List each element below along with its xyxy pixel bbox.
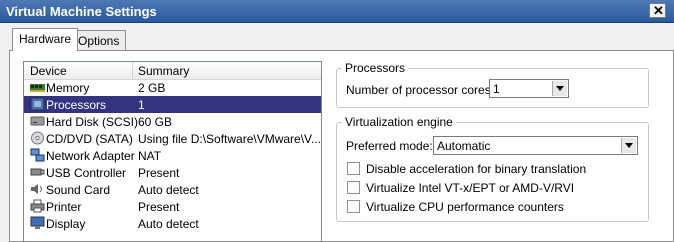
virtualize-vtx-label[interactable]: Virtualize Intel VT-x/EPT or AMD-V/RVI: [366, 181, 574, 195]
close-button[interactable]: ✕: [649, 3, 666, 18]
device-name: Network Adapter: [46, 149, 135, 163]
chevron-down-icon[interactable]: [552, 81, 567, 96]
column-header-summary[interactable]: Summary: [138, 64, 189, 78]
device-row-usb-controller[interactable]: USB Controller Present: [24, 164, 321, 181]
device-name: CD/DVD (SATA): [46, 132, 133, 146]
device-row-display[interactable]: Display Auto detect: [24, 215, 321, 232]
device-row-cd-dvd[interactable]: CD/DVD (SATA) Using file D:\Software\VMw…: [24, 130, 321, 147]
tab-options[interactable]: Options: [71, 30, 127, 50]
device-name: Printer: [46, 200, 82, 214]
hard-disk-icon: [30, 116, 45, 126]
disable-binary-translation-acceleration-label[interactable]: Disable acceleration for binary translat…: [366, 162, 586, 176]
column-header-device[interactable]: Device: [30, 64, 67, 78]
disable-binary-translation-acceleration-checkbox[interactable]: [347, 162, 360, 175]
title-bar: Virtual Machine Settings ✕: [0, 0, 674, 23]
device-row-memory[interactable]: Memory 2 GB: [24, 79, 321, 96]
preferred-mode-label: Preferred mode:: [346, 139, 433, 153]
preferred-mode-select[interactable]: Automatic: [433, 136, 638, 155]
processor-cores-label: Number of processor cores:: [346, 83, 495, 97]
device-row-printer[interactable]: Printer Present: [24, 198, 321, 215]
virtualization-engine-group-title: Virtualization engine: [342, 115, 456, 129]
preferred-mode-value: Automatic: [437, 139, 491, 153]
device-summary: 2 GB: [138, 81, 166, 95]
device-name: Processors: [46, 98, 107, 112]
memory-icon: [30, 84, 45, 92]
device-list[interactable]: Device Summary Memory 2 GB Processors 1 …: [23, 61, 322, 242]
network-adapter-icon: [30, 148, 45, 162]
usb-icon: [30, 168, 45, 176]
window-title: Virtual Machine Settings: [6, 4, 157, 19]
virtualize-cpu-counters-label[interactable]: Virtualize CPU performance counters: [366, 200, 564, 214]
sound-icon: [31, 184, 42, 194]
processor-cores-select[interactable]: 1: [489, 79, 569, 98]
device-summary: Auto detect: [138, 183, 199, 197]
device-summary: Auto detect: [138, 217, 199, 231]
column-divider[interactable]: [132, 62, 133, 79]
processors-group-title: Processors: [342, 61, 409, 75]
device-summary: Present: [138, 200, 180, 214]
device-summary: Using file D:\Software\VMware\V...: [138, 132, 321, 146]
device-name: USB Controller: [46, 166, 127, 180]
device-row-sound-card[interactable]: Sound Card Auto detect: [24, 181, 321, 198]
device-name: Sound Card: [46, 183, 111, 197]
device-list-header: Device Summary: [24, 62, 321, 80]
display-icon: [30, 216, 45, 229]
tab-hardware[interactable]: Hardware: [12, 28, 79, 51]
processor-cores-value: 1: [493, 82, 500, 96]
device-summary: NAT: [138, 149, 162, 163]
processor-icon: [30, 97, 45, 111]
device-summary: 60 GB: [138, 115, 173, 129]
virtualize-vtx-checkbox[interactable]: [347, 181, 360, 194]
virtualize-cpu-counters-checkbox[interactable]: [347, 200, 360, 213]
device-row-network-adapter[interactable]: Network Adapter NAT: [24, 147, 321, 164]
device-name: Display: [46, 217, 86, 231]
device-row-hard-disk[interactable]: Hard Disk (SCSI) 60 GB: [24, 113, 321, 130]
device-row-processors[interactable]: Processors 1: [24, 96, 321, 113]
device-summary: 1: [138, 98, 145, 112]
device-name: Memory: [46, 81, 90, 95]
device-name: Hard Disk (SCSI): [46, 115, 139, 129]
printer-icon: [30, 199, 45, 213]
close-icon: ✕: [653, 3, 664, 18]
cd-dvd-icon: [31, 131, 44, 145]
chevron-down-icon[interactable]: [621, 138, 636, 153]
device-summary: Present: [138, 166, 180, 180]
